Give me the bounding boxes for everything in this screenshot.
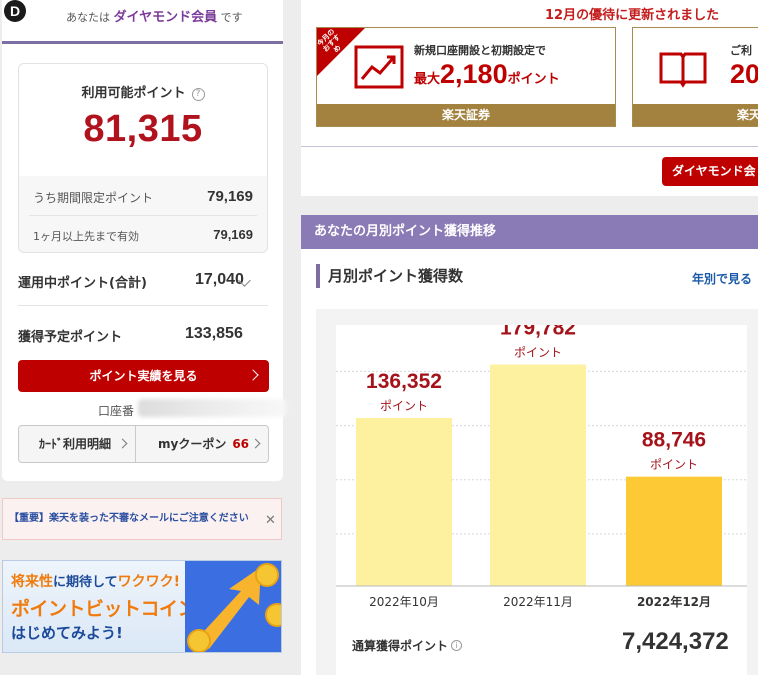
bar-unit-label: ポイント [514,345,562,359]
stock-chart-icon [354,45,404,89]
operating-points-value: 17,040 [195,271,244,288]
expected-points-value: 133,856 [185,325,243,342]
member-card: D あなたは ダイヤモンド会員 です 利用可能ポイント? 81,315 うち期間… [2,0,286,481]
x-tick-label: 2022年11月 [503,595,573,609]
coin-icon [255,563,279,587]
x-tick-label: 2022年10月 [369,595,439,609]
card-statement-label: ｶｰﾄﾞ利用明細 [39,437,112,451]
monthly-section-header: あなたの月別ポイント獲得推移 [301,215,758,249]
limited-points-row: うち期間限定ポイント 79,169 [33,188,253,206]
banner-line-1: 将来性に期待してワクワク! [11,571,180,591]
benefits-update-title: 12月の優待に更新されました [545,8,720,23]
divider [301,146,758,147]
my-coupon-label: myクーポン [158,437,227,451]
view-point-history-button[interactable]: ポイント実績を見る [18,360,269,392]
promo-card-footer: 楽天証券 [317,104,615,126]
member-rank[interactable]: ダイヤモンド会員 [114,10,218,25]
available-points-label: 利用可能ポイント? [19,82,267,101]
book-icon [659,52,707,88]
banner-illustration [185,561,281,652]
member-rank-text: あなたは ダイヤモンド会員 です [66,6,243,25]
banner-line-2: ポイントビットコイン [11,598,197,620]
monthly-points-section: あなたの月別ポイント獲得推移 月別ポイント獲得数 年別で見る 136,352 ポイ… [301,215,758,675]
expected-points-label: 獲得予定ポイント [18,330,123,345]
promo-card-securities[interactable]: 今月のおすすめ 新規口座開設と初期設定で 最大2,180ポイント 楽天証券 [316,27,616,127]
valid-points-row: 1ヶ月以上先まで有効 79,169 [33,227,253,244]
limited-points-value: 79,169 [207,188,253,205]
valid-points-value: 79,169 [213,227,253,242]
chart-panel: 136,352 ポイント 2022年10月 179,782 ポイント 2022年11月 88… [316,309,758,675]
promo-card-prefix: 最大 [414,72,441,87]
security-notice-text[interactable]: 【重要】楽天を装った不審なメールにご注意ください [9,513,249,524]
total-points-label: 通算獲得ポイント i [352,637,463,654]
member-suffix: です [220,11,243,24]
promo-card-2-footer: 楽天 [633,104,758,126]
banner-line-1-accent-2: ワクワク! [117,574,181,590]
view-point-history-label: ポイント実績を見る [89,369,198,383]
bar-2022年12月 [626,476,722,586]
total-points-value: 7,424,372 [622,628,729,655]
member-prefix: あなたは [66,11,110,24]
my-coupon-button[interactable]: myクーポン 66 [135,425,269,463]
diamond-rank-icon: D [4,0,26,22]
promo-card-2-amount: 20 [730,59,758,89]
divider [18,305,268,306]
banner-line-1-accent: 将来性 [11,574,53,590]
bar-2022年11月 [490,364,586,586]
bar-unit-label: ポイント [650,458,698,472]
bar-chart: 136,352 ポイント 2022年10月 179,782 ポイント 2022年11月 88… [336,325,747,609]
limited-points-label: うち期間限定ポイント [33,191,154,205]
x-tick-label: 2022年12月 [637,594,711,609]
info-icon[interactable]: i [451,640,463,651]
coin-icon [187,629,211,652]
bar-value-label: 179,782 [500,325,576,339]
security-notice[interactable]: 【重要】楽天を装った不審なメールにご注意ください [2,498,282,540]
question-circle-icon[interactable]: ? [191,88,205,101]
coupon-count-badge: 66 [232,437,250,451]
card-statement-button[interactable]: ｶｰﾄﾞ利用明細 [18,425,136,463]
benefits-section: 12月の優待に更新されました 今月のおすすめ 新規口座開設と初期設定で 最大2,… [301,0,758,196]
promo-card-offer: 最大2,180ポイント [414,59,560,90]
promo-card-line-1: 新規口座開設と初期設定で [414,44,546,57]
valid-points-label: 1ヶ月以上先まで有効 [33,230,139,243]
chevron-right-icon [250,438,261,449]
monthly-points-chart: 136,352 ポイント 2022年10月 179,782 ポイント 2022年11月 88… [336,325,747,627]
promo-card-2-line-1: ご利 [730,44,752,57]
available-points-value: 81,315 [83,108,203,150]
available-points-box: 利用可能ポイント? 81,315 うち期間限定ポイント 79,169 1ヶ月以上… [18,63,268,253]
promo-card-amount: 2,180 [440,59,508,89]
banner-line-3: はじめてみよう! [11,624,123,642]
bar-value-label: 88,746 [642,429,706,452]
coin-icon [265,603,281,627]
available-points-top: 利用可能ポイント? 81,315 [19,64,267,176]
divider [29,215,257,216]
promo-card-suffix: ポイント [507,72,560,87]
left-column: D あなたは ダイヤモンド会員 です 利用可能ポイント? 81,315 うち期間… [0,0,290,675]
diamond-member-button[interactable]: ダイヤモンド会 [662,157,758,186]
bar-2022年10月 [356,418,452,586]
right-column: 12月の優待に更新されました 今月のおすすめ 新規口座開設と初期設定で 最大2,… [290,0,758,675]
banner-line-1-mid: に期待して [53,575,118,590]
yearly-view-link[interactable]: 年別で見る [692,270,752,287]
monthly-subheader: 月別ポイント獲得数 [316,264,463,288]
promo-card-2[interactable]: ご利 20 楽天 [632,27,758,127]
member-header: D あなたは ダイヤモンド会員 です [2,0,283,44]
chevron-right-icon [117,438,128,449]
chevron-right-icon [247,369,259,381]
available-points-label-text: 利用可能ポイント [81,86,186,101]
bar-unit-label: ポイント [380,399,428,413]
close-icon[interactable]: ✕ [265,513,276,528]
expected-points-row: 獲得予定ポイント 133,856 [18,325,268,345]
account-number-masked [138,399,286,417]
bitcoin-banner[interactable]: 将来性に期待してワクワク! ポイントビットコイン はじめてみよう! [2,560,282,653]
operating-points-row[interactable]: 運用中ポイント(合計) 17,040 [18,271,268,291]
total-points-label-text: 通算獲得ポイント [352,639,449,653]
bar-value-label: 136,352 [366,370,442,393]
operating-points-label: 運用中ポイント(合計) [18,276,147,291]
total-points-row: 通算獲得ポイント i 7,424,372 [336,627,747,675]
account-number-label: 口座番 [98,404,135,418]
